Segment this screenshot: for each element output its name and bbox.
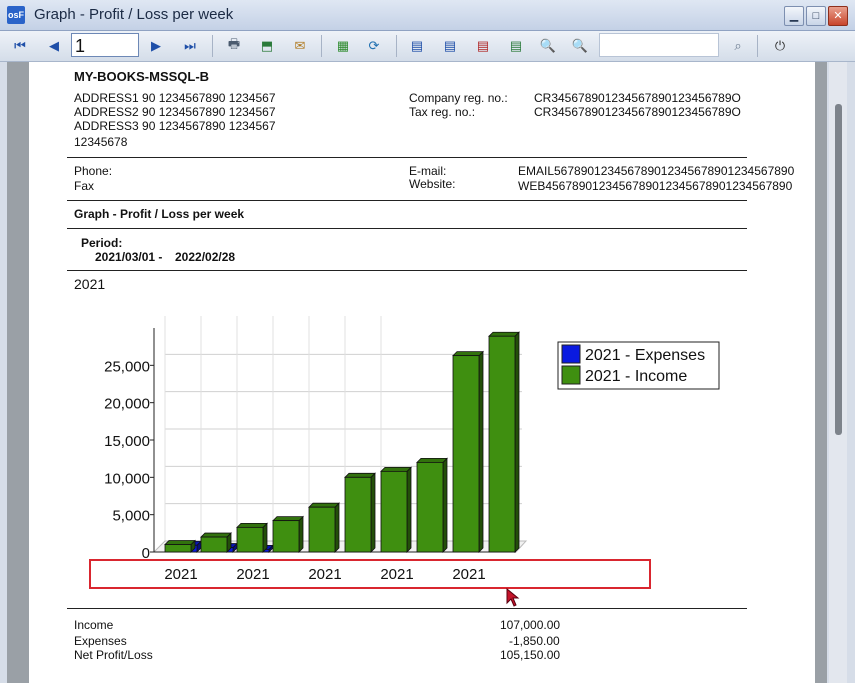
- income-bar: [488, 335, 516, 553]
- income-bar: [452, 351, 484, 357]
- net-value: 105,150.00: [500, 648, 561, 662]
- income-bar: [416, 461, 444, 553]
- legend-label: 2021 - Expenses: [585, 347, 705, 364]
- y-tick-label: 20,000: [104, 396, 150, 413]
- income-bar: [380, 470, 408, 553]
- income-bar: [272, 520, 300, 553]
- y-tick-label: 10,000: [104, 470, 150, 487]
- income-bar: [308, 506, 336, 553]
- expenses-label: Expenses: [74, 634, 127, 648]
- income-bar: [344, 476, 372, 553]
- y-tick-label: 25,000: [104, 358, 150, 375]
- income-bar: [200, 536, 228, 553]
- income-bar: [442, 457, 448, 553]
- income-bar: [380, 466, 412, 472]
- income-bar: [370, 472, 376, 553]
- income-bar: [298, 515, 304, 553]
- income-bar: [236, 522, 268, 528]
- y-tick-label: 5,000: [112, 508, 150, 525]
- report-window: osF Graph - Profit / Loss per week ▁ □ ✕…: [0, 0, 855, 683]
- income-bar: [334, 502, 340, 553]
- income-label: Income: [74, 618, 114, 632]
- income-bar: [308, 502, 340, 508]
- income-bar: [272, 516, 304, 522]
- net-label: Net Profit/Loss: [74, 648, 153, 662]
- income-bar: [164, 540, 196, 545]
- y-tick-label: 15,000: [104, 433, 150, 450]
- divider: [67, 608, 747, 609]
- income-bar: [262, 522, 268, 553]
- income-bar: [416, 457, 448, 463]
- income-bar: [514, 331, 520, 553]
- chart-bars: [164, 331, 520, 553]
- x-axis-highlight-box: [89, 559, 651, 589]
- mouse-cursor-icon: [506, 588, 520, 607]
- income-bar: [478, 350, 484, 553]
- income-value: 107,000.00: [500, 618, 561, 632]
- income-bar: [452, 355, 480, 553]
- legend-swatch: [561, 344, 581, 364]
- chart-legend: 2021 - Expenses 2021 - Income: [557, 341, 720, 390]
- income-bar: [344, 472, 376, 478]
- legend-swatch: [561, 365, 581, 385]
- income-bar: [406, 466, 412, 553]
- expenses-value: -1,850.00: [509, 634, 560, 648]
- legend-label: 2021 - Income: [585, 368, 687, 385]
- income-bar: [488, 331, 520, 337]
- income-bar: [164, 544, 192, 553]
- income-bar: [236, 526, 264, 553]
- income-bar: [200, 532, 232, 538]
